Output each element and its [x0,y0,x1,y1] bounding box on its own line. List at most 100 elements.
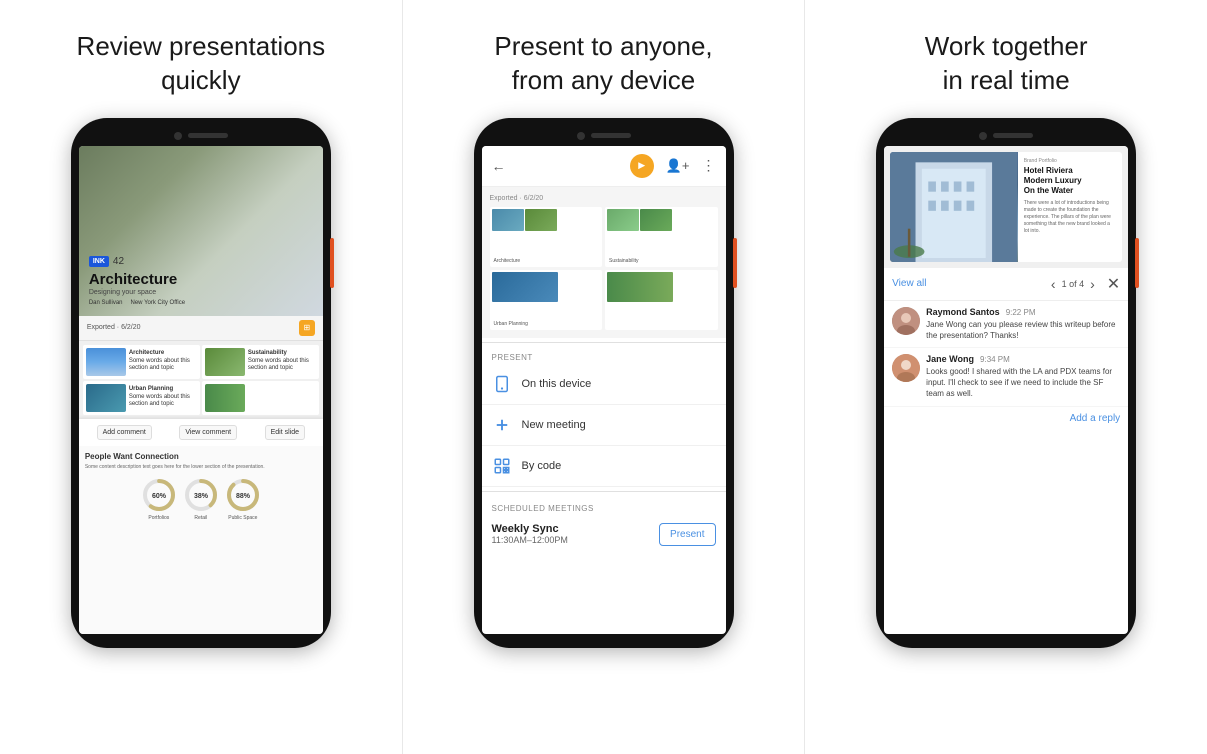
hotel-text: There were a lot of introductions being … [1024,200,1116,235]
comments-header: View all ‹ 1 of 4 › ✕ [884,268,1128,301]
prev-comment-btn[interactable]: ‹ [1051,276,1056,292]
comment-count: 1 of 4 [1062,279,1085,289]
edit-slide-btn[interactable]: Edit slide [265,425,305,440]
slide-thumb-2[interactable]: Sustainability [605,207,718,267]
comment-text-2: Looks good! I shared with the LA and PDX… [926,366,1120,400]
slides-grid: Architecture Some words about this secti… [79,341,323,419]
meta2: New York City Office [131,300,186,306]
phone-screen-3: Brand Portfolio Hotel Riviera Modern Lux… [884,146,1128,634]
divider-2 [482,491,726,492]
phone-side-btn-3 [1135,238,1139,288]
comment-text-1: Jane Wong can you please review this wri… [926,319,1120,341]
phone-speaker-1 [188,133,228,138]
bottom-title: People Want Connection [85,452,317,461]
close-comments-btn[interactable]: ✕ [1107,274,1120,294]
slide-img-4 [605,270,718,325]
comment-content-2: Jane Wong 9:34 PM Looks good! I shared w… [926,354,1120,400]
slide-grid-item[interactable]: Architecture Some words about this secti… [83,345,200,379]
add-person-icon[interactable]: 👤+ [666,158,690,174]
commenter-name-2: Jane Wong [926,354,974,364]
comment-time-1: 9:22 PM [1006,308,1036,317]
donut-label-3: Public Space [228,515,257,521]
header-icons: ▶ 👤+ ⋮ [630,154,716,178]
phone-frame-2: ← ▶ 👤+ ⋮ Exported · 6/2/20 [474,118,734,648]
panel-collaborate: Work together in real time [805,0,1207,754]
phone-speaker-2 [591,133,631,138]
add-reply-link[interactable]: Add a reply [1070,413,1121,424]
meeting-time: 11:30AM–12:00PM [492,535,568,545]
screen2-header: ← ▶ 👤+ ⋮ [482,146,726,187]
slide-meta: Dan Sullivan New York City Office [89,300,313,306]
phone-screen-1: INK 42 Architecture Designing your space… [79,146,323,634]
phone-side-btn-1 [330,238,334,288]
slide-thumb-4[interactable] [605,270,718,330]
charts-row: 60% Portfolios 38% Retail [85,477,317,521]
comment-1: Raymond Santos 9:22 PM Jane Wong can you… [884,301,1128,348]
on-device-label: On this device [522,378,592,390]
thumb-green [205,384,245,412]
slide-content-3: Brand Portfolio Hotel Riviera Modern Lux… [1018,152,1122,262]
donut-label-1: Portfolios [148,515,169,521]
view-comment-btn[interactable]: View comment [179,425,237,440]
hotel-badge: Brand Portfolio [1024,158,1116,164]
comment-2: Jane Wong 9:34 PM Looks good! I shared w… [884,348,1128,407]
new-meeting-icon [492,415,512,435]
more-options-icon[interactable]: ⋮ [702,157,716,174]
slide-grid-item[interactable]: Sustainability Some words about this sec… [202,345,319,379]
option-new-meeting[interactable]: New meeting [482,405,726,446]
slide-grid-item[interactable]: Urban Planning Some words about this sec… [83,381,200,415]
thumb-arch [86,348,126,376]
option-on-device[interactable]: On this device [482,364,726,405]
comment-bar: Add comment View comment Edit slide [79,419,323,446]
phone-notch-1 [79,132,323,140]
donut-retail: 38% Retail [183,477,219,521]
scheduled-label: SCHEDULED MEETINGS [482,496,726,517]
hotel-title: Hotel Riviera Modern Luxury On the Water [1024,166,1116,197]
slide-thumb-3[interactable]: Urban Planning [490,270,603,330]
option-by-code[interactable]: By code [482,446,726,487]
add-comment-btn[interactable]: Add comment [97,425,152,440]
phone-screen-2: ← ▶ 👤+ ⋮ Exported · 6/2/20 [482,146,726,634]
screen1-bottom: People Want Connection Some content desc… [79,446,323,634]
nav-row: ‹ 1 of 4 › ✕ [1051,274,1120,294]
grid-desc-3: Some words about this section and topic [129,394,197,410]
slide-thumb-1[interactable]: Architecture [490,207,603,267]
slide-overlay: INK 42 Architecture Designing your space… [79,146,323,316]
phone-camera-2 [577,132,585,140]
phone-side-btn-2 [733,238,737,288]
phone-frame-3: Brand Portfolio Hotel Riviera Modern Lux… [876,118,1136,648]
phone-camera-1 [174,132,182,140]
present-section-label: PRESENT [482,347,726,364]
hotel-image [890,152,1018,262]
grid-label-1: Architecture [129,350,197,358]
bottom-text: Some content description text goes here … [85,464,317,471]
play-icon[interactable]: ▶ [630,154,654,178]
avatar-raymond [892,307,920,335]
grid-desc-1: Some words about this section and topic [129,358,197,374]
divider-1 [482,342,726,343]
slides-label: Exported · 6/2/20 [490,195,718,202]
donut-svg-1: 60% [141,477,177,513]
new-meeting-label: New meeting [522,419,586,431]
device-icon [492,374,512,394]
slide-title: Architecture [89,271,313,289]
slide-thumb-label-1: Architecture [490,256,603,267]
panel-review: Review presentations quickly INK 42 Arch… [0,0,402,754]
svg-text:38%: 38% [194,493,209,500]
next-comment-btn[interactable]: › [1090,276,1095,292]
section-label: Exported · 6/2/20 [87,324,141,331]
logo-num: 42 [113,256,124,267]
logo-row: INK 42 [89,256,313,267]
panel2-title: Present to anyone, from any device [494,30,712,98]
donut-svg-2: 38% [183,477,219,513]
grid-label-3: Urban Planning [129,386,197,394]
slide-grid-item[interactable] [202,381,319,415]
view-all-link[interactable]: View all [892,278,926,289]
panel3-title: Work together in real time [925,30,1088,98]
donut-svg-3: 88% [225,477,261,513]
slides-grid-2: Architecture Sustainability [490,207,718,330]
present-button[interactable]: Present [659,523,715,546]
slide-main: Brand Portfolio Hotel Riviera Modern Lux… [890,152,1122,262]
slide-subtitle: Designing your space [89,289,313,296]
back-icon[interactable]: ← [492,158,506,174]
